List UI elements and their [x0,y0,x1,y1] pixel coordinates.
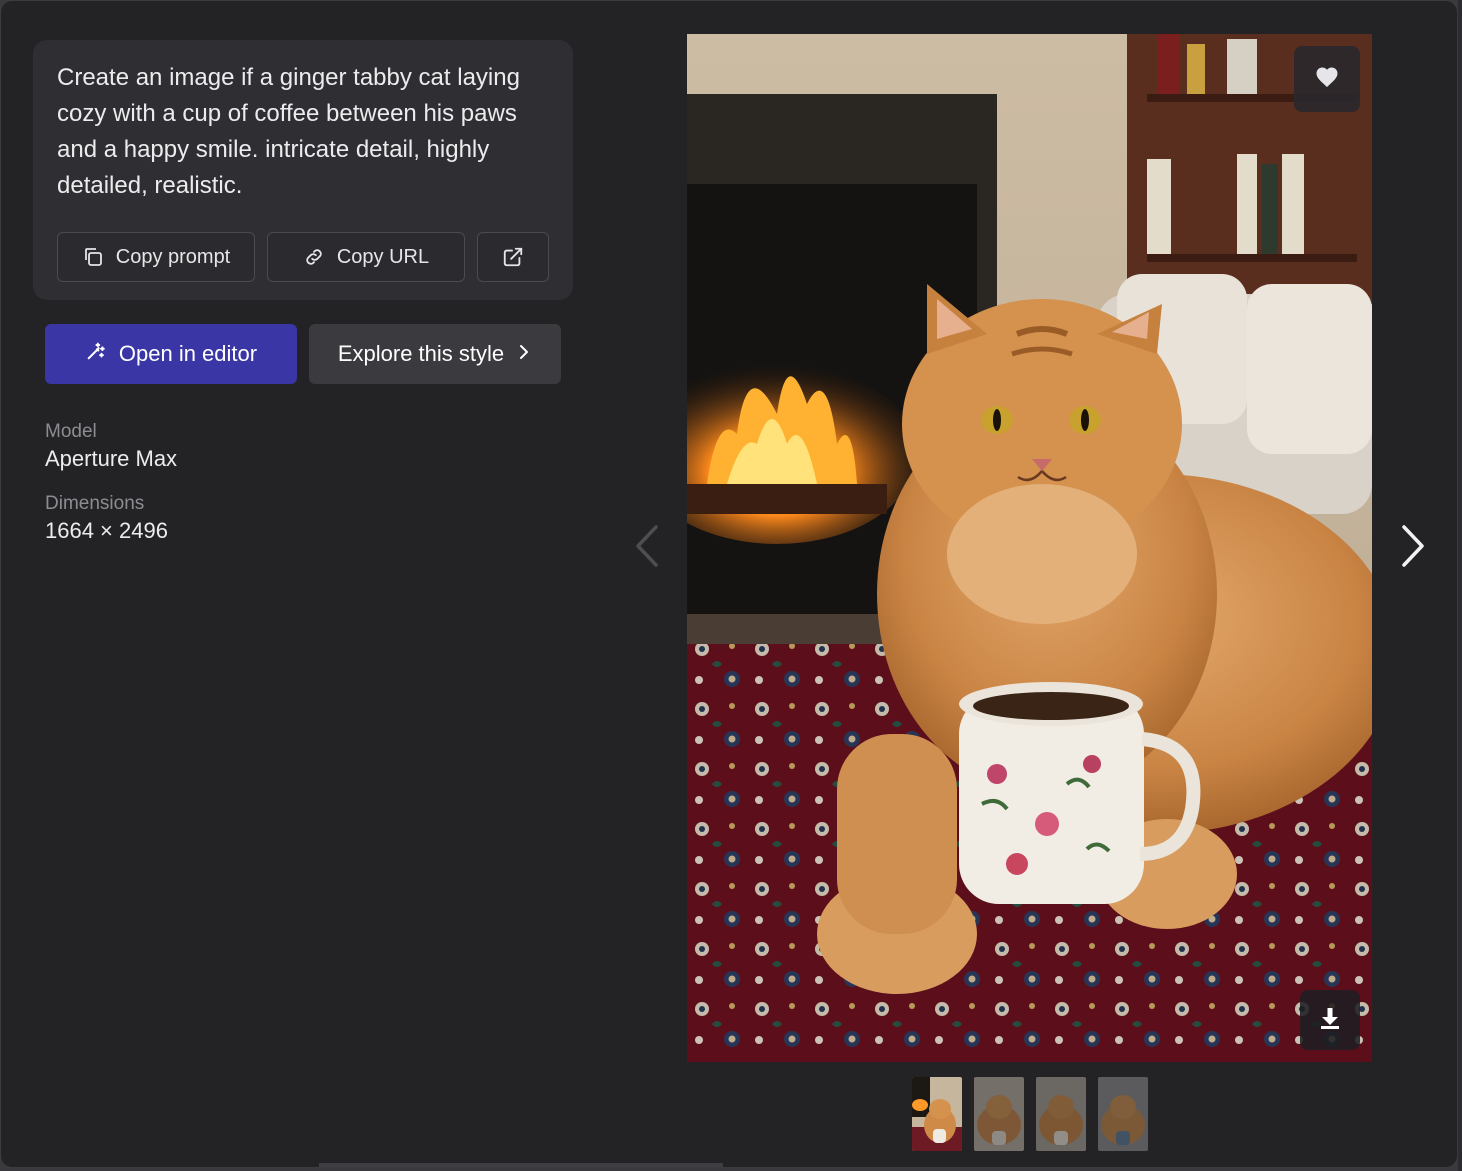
model-value: Aperture Max [45,446,178,471]
explore-style-label: Explore this style [337,341,505,366]
open-external-button[interactable] [477,232,549,282]
dimensions-label: Dimensions [45,493,145,514]
external-link-icon [502,246,524,268]
next-image-button[interactable] [1393,523,1433,573]
image-detail-window: Create an image if a ginger tabby cat la… [0,0,1458,1168]
copy-icon [82,246,104,268]
copy-url-label: Copy URL [336,245,430,268]
chevron-right-icon [1398,523,1428,574]
download-button[interactable] [1300,990,1360,1050]
model-label: Model [45,421,97,442]
thumbnail-2[interactable] [974,1077,1024,1151]
thumbnail-1[interactable] [912,1077,962,1151]
open-in-editor-label: Open in editor [118,341,258,366]
chevron-right-icon [516,341,532,367]
copy-url-button[interactable]: Copy URL [267,232,465,282]
generated-image [687,34,1372,1062]
thumbnail-3[interactable] [1036,1077,1086,1151]
copy-prompt-button[interactable]: Copy prompt [57,232,255,282]
dimensions-value: 1664 × 2496 [45,518,168,543]
favorite-button[interactable] [1294,46,1360,112]
thumbnail-4[interactable] [1098,1077,1148,1151]
download-icon [1319,1006,1341,1035]
open-in-editor-button[interactable]: Open in editor [45,324,297,384]
scroll-indicator [319,1163,723,1167]
chevron-left-icon [632,523,662,574]
link-icon [303,246,325,268]
background-edge [1458,0,1462,1171]
explore-style-button[interactable]: Explore this style [309,324,561,384]
magic-wand-icon [85,340,107,368]
previous-image-button[interactable] [627,523,667,573]
heart-icon [1315,66,1339,93]
copy-prompt-label: Copy prompt [115,245,231,268]
prompt-card: Create an image if a ginger tabby cat la… [33,40,573,300]
prompt-text: Create an image if a ginger tabby cat la… [57,64,520,199]
